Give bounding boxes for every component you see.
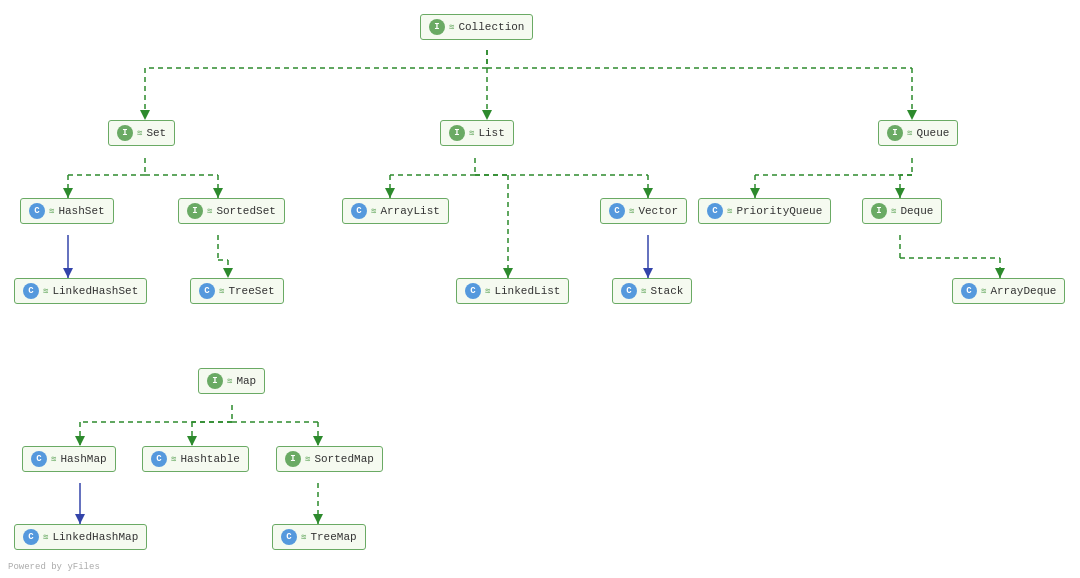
watermark: Powered by yFiles [8,562,100,572]
svg-marker-42 [63,268,73,278]
icon-class: C [151,451,167,467]
svg-marker-19 [385,188,395,198]
node-map[interactable]: I ≋ Map [198,368,265,394]
node-hashset[interactable]: C ≋ HashSet [20,198,114,224]
icon-class: C [621,283,637,299]
svg-marker-58 [313,514,323,524]
node-priorityqueue[interactable]: C ≋ PriorityQueue [698,198,831,224]
svg-marker-36 [995,268,1005,278]
icon-class: C [465,283,481,299]
svg-marker-56 [75,514,85,524]
icon-interface: I [207,373,223,389]
node-stack[interactable]: C ≋ Stack [612,278,692,304]
icon-class: C [609,203,625,219]
node-treemap[interactable]: C ≋ TreeMap [272,524,366,550]
node-queue[interactable]: I ≋ Queue [878,120,958,146]
node-arraydeque[interactable]: C ≋ ArrayDeque [952,278,1065,304]
icon-class: C [281,529,297,545]
node-vector[interactable]: C ≋ Vector [600,198,687,224]
svg-marker-29 [750,188,760,198]
svg-marker-5 [482,110,492,120]
svg-marker-44 [643,268,653,278]
svg-marker-32 [895,188,905,198]
svg-marker-22 [503,268,513,278]
svg-marker-3 [140,110,150,120]
icon-class: C [29,203,45,219]
node-collection[interactable]: I ≋ Collection [420,14,533,40]
icon-interface: I [429,19,445,35]
svg-marker-12 [63,188,73,198]
node-arraylist[interactable]: C ≋ ArrayList [342,198,449,224]
icon-interface: I [117,125,133,141]
svg-marker-15 [213,188,223,198]
icon-interface: I [871,203,887,219]
icon-class: C [707,203,723,219]
icon-interface: I [187,203,203,219]
node-list[interactable]: I ≋ List [440,120,514,146]
icon-interface: I [449,125,465,141]
svg-marker-54 [313,436,323,446]
icon-interface: I [285,451,301,467]
node-hashtable[interactable]: C ≋ Hashtable [142,446,249,472]
icon-class: C [199,283,215,299]
svg-marker-8 [907,110,917,120]
node-deque[interactable]: I ≋ Deque [862,198,942,224]
node-treeset[interactable]: C ≋ TreeSet [190,278,284,304]
node-sortedmap[interactable]: I ≋ SortedMap [276,446,383,472]
node-linkedhashset[interactable]: C ≋ LinkedHashSet [14,278,147,304]
svg-marker-48 [75,436,85,446]
icon-class: C [23,529,39,545]
icon-class: C [31,451,47,467]
node-set[interactable]: I ≋ Set [108,120,175,146]
icon-class: C [961,283,977,299]
icon-class: C [351,203,367,219]
svg-marker-51 [187,436,197,446]
diagram-container: I ≋ Collection I ≋ Set I ≋ List I ≋ Queu… [0,0,1080,578]
icon-class: C [23,283,39,299]
svg-marker-40 [223,268,233,278]
node-sortedset[interactable]: I ≋ SortedSet [178,198,285,224]
node-linkedhashmap[interactable]: C ≋ LinkedHashMap [14,524,147,550]
icon-interface: I [887,125,903,141]
svg-marker-25 [643,188,653,198]
node-hashmap[interactable]: C ≋ HashMap [22,446,116,472]
node-linkedlist[interactable]: C ≋ LinkedList [456,278,569,304]
